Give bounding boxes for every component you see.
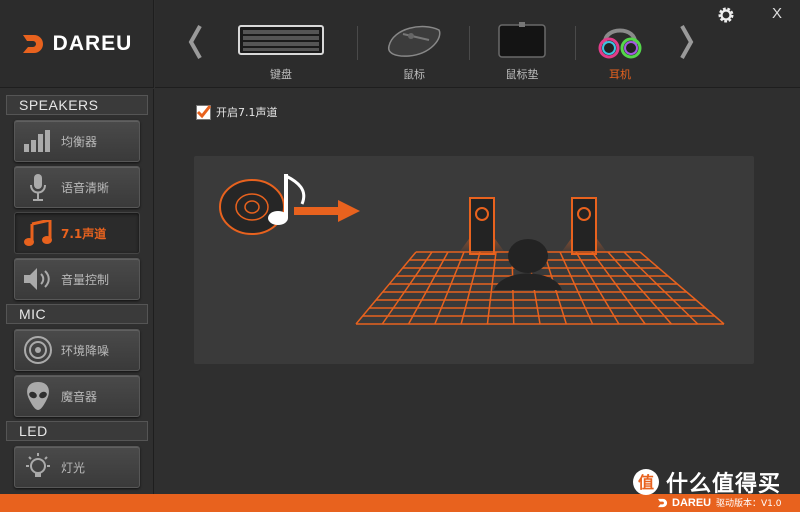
sidebar-item-label: 灯光 — [61, 460, 86, 475]
surround-7-1-checkbox[interactable]: 开启7.1声道 — [196, 104, 278, 120]
device-tab-mousepad[interactable]: 鼠标垫 — [467, 18, 577, 84]
chevron-right-icon — [680, 25, 694, 59]
watermark-text: 什么值得买 — [666, 472, 782, 497]
sidebar-item-label: 7.1声道 — [61, 226, 107, 241]
section-speakers: SPEAKERS — [6, 95, 148, 115]
mousepad-icon — [498, 22, 546, 58]
surround-illustration — [219, 174, 725, 325]
sidebar-item-lighting[interactable]: 灯光 — [14, 446, 140, 488]
device-label: 键盘 — [270, 68, 292, 81]
divider — [357, 26, 358, 60]
disc-icon — [219, 179, 285, 235]
device-tab-headset[interactable]: 耳机 — [565, 18, 675, 84]
device-bar: 键盘 鼠标 鼠标垫 耳机 — [155, 0, 800, 88]
arrow-right-icon — [294, 200, 360, 222]
footer-brand: DAREU — [672, 497, 712, 509]
light-bulb-icon — [26, 453, 50, 477]
sidebar-item-label: 语音清晰 — [61, 180, 110, 195]
surround-7-1-label: 开启7.1声道 — [216, 106, 278, 119]
checkmark-icon — [196, 104, 211, 118]
brand-logo: DAREU — [0, 0, 154, 88]
keyboard-icon — [238, 25, 324, 55]
chevron-left-icon — [188, 25, 202, 59]
gear-icon[interactable] — [717, 6, 735, 24]
sidebar-item-volume-control[interactable]: 音量控制 — [14, 258, 140, 300]
section-led: LED — [6, 421, 148, 441]
watermark: 值 什么值得买 — [632, 466, 781, 498]
sidebar-item-noise-reduction[interactable]: 环境降噪 — [14, 329, 140, 371]
sidebar-item-label: 均衡器 — [61, 134, 98, 149]
close-icon: X — [771, 5, 782, 22]
section-mic: MIC — [6, 304, 148, 324]
sidebar-item-label: 音量控制 — [61, 272, 110, 287]
device-label: 鼠标 — [403, 68, 425, 81]
close-button[interactable]: X — [767, 4, 787, 24]
sidebar-item-equalizer[interactable]: 均衡器 — [14, 120, 140, 162]
sidebar-item-voice-clarity[interactable]: 语音清晰 — [14, 166, 140, 208]
sidebar-item-label: 环境降噪 — [61, 343, 110, 358]
sidebar-item-7-1-channel[interactable]: 7.1声道 — [14, 212, 140, 254]
noise-reduction-icon — [24, 336, 52, 364]
sidebar-item-voice-changer[interactable]: 魔音器 — [14, 375, 140, 417]
surround-illustration-panel — [194, 156, 754, 364]
dareu-driver-window: DAREU 键盘 鼠标 鼠标垫 耳机 X SPEAKERS 均衡器 语音清晰 7… — [0, 0, 800, 512]
dareu-logo-icon — [658, 498, 668, 508]
music-note-icon — [24, 220, 52, 246]
headset-icon — [598, 28, 642, 59]
svg-text:值: 值 — [638, 473, 654, 492]
dareu-logo-icon — [22, 34, 43, 53]
speaker-left-icon — [458, 197, 506, 255]
device-label: 鼠标垫 — [505, 68, 539, 81]
sidebar-item-label: 魔音器 — [61, 389, 98, 404]
brand-name: DAREU — [52, 31, 133, 55]
alien-icon — [27, 382, 49, 410]
equalizer-icon — [24, 130, 50, 152]
microphone-icon — [30, 174, 46, 201]
previous-device-arrow[interactable] — [185, 22, 205, 62]
next-device-arrow[interactable] — [677, 22, 697, 62]
device-tab-keyboard[interactable]: 键盘 — [226, 18, 336, 84]
sidebar: SPEAKERS 均衡器 语音清晰 7.1声道 音量控制 MIC 环境降噪 魔音… — [0, 89, 154, 494]
listener-icon — [494, 239, 562, 290]
speaker-right-icon — [560, 197, 608, 255]
mouse-icon — [387, 25, 441, 57]
checkbox-box[interactable] — [196, 104, 211, 120]
speaker-volume-icon — [24, 268, 50, 290]
device-tab-mouse[interactable]: 鼠标 — [359, 18, 469, 84]
device-label: 耳机 — [609, 68, 631, 81]
smzdm-logo-icon: 值 — [633, 469, 659, 495]
